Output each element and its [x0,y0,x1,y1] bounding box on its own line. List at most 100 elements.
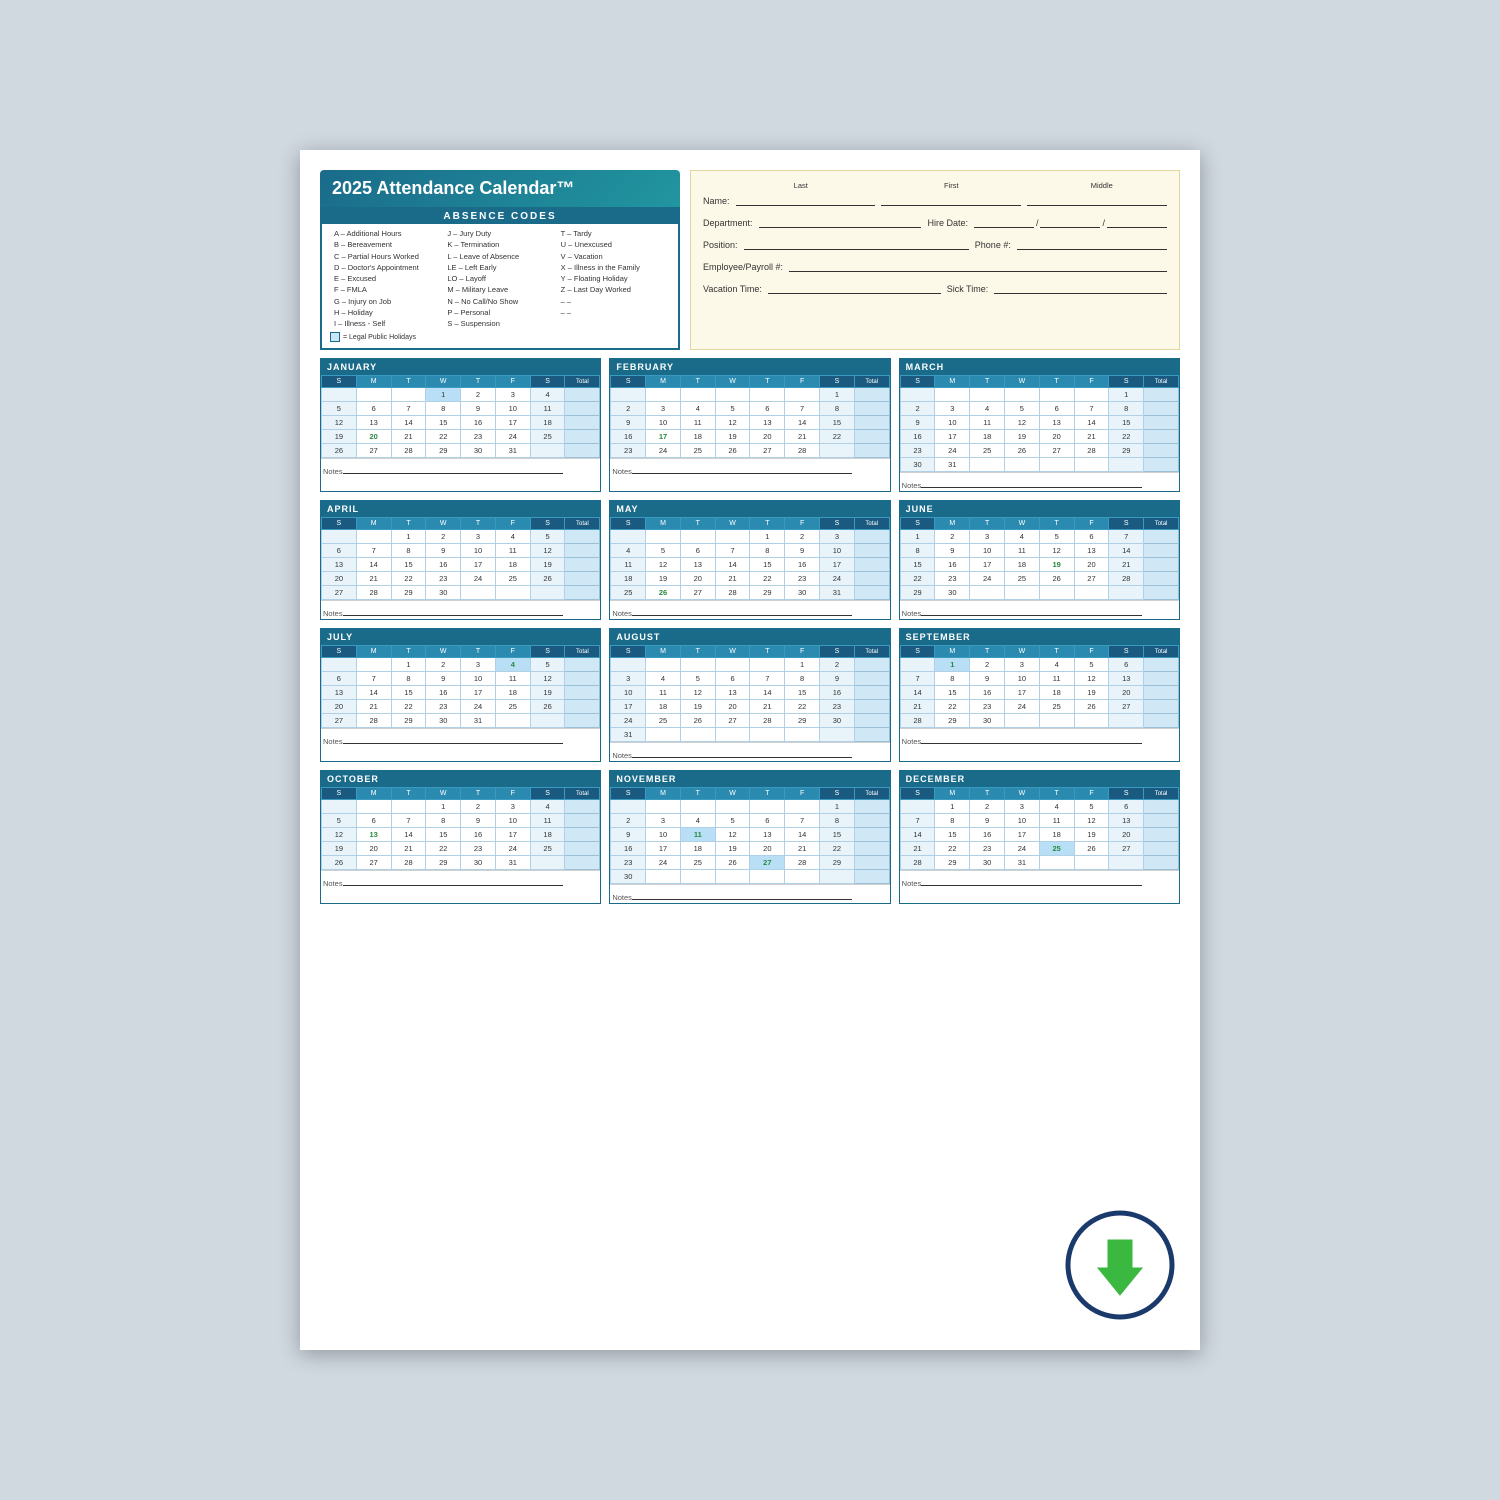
calendar-day[interactable]: 5 [322,814,357,828]
calendar-day[interactable]: 18 [680,842,715,856]
calendar-day[interactable]: 1 [750,530,785,544]
calendar-day[interactable]: 18 [970,430,1005,444]
calendar-day[interactable]: 21 [900,842,935,856]
calendar-day[interactable]: 5 [1074,800,1109,814]
calendar-day[interactable]: 9 [820,672,855,686]
calendar-day[interactable]: 10 [611,686,646,700]
calendar-day[interactable]: 7 [785,402,820,416]
calendar-day[interactable]: 16 [461,828,496,842]
calendar-day[interactable]: 18 [1005,558,1040,572]
calendar-day[interactable]: 31 [935,458,970,472]
calendar-day[interactable]: 12 [680,686,715,700]
calendar-day[interactable]: 14 [715,558,750,572]
calendar-day[interactable]: 29 [391,714,426,728]
calendar-day[interactable]: 3 [820,530,855,544]
calendar-day[interactable]: 27 [356,856,391,870]
calendar-day[interactable]: 1 [820,388,855,402]
calendar-day[interactable]: 1 [935,658,970,672]
calendar-day[interactable]: 3 [1005,800,1040,814]
calendar-day[interactable]: 27 [1109,700,1144,714]
calendar-day[interactable]: 25 [530,430,565,444]
calendar-day[interactable]: 6 [356,402,391,416]
calendar-day[interactable]: 28 [785,856,820,870]
calendar-day[interactable]: 30 [900,458,935,472]
calendar-day[interactable]: 25 [495,572,530,586]
calendar-day[interactable]: 6 [356,814,391,828]
calendar-day[interactable]: 17 [461,558,496,572]
calendar-day[interactable]: 26 [680,714,715,728]
calendar-day[interactable]: 2 [820,658,855,672]
calendar-day[interactable]: 28 [1074,444,1109,458]
calendar-day[interactable]: 11 [680,828,715,842]
calendar-day[interactable]: 23 [461,430,496,444]
calendar-day[interactable]: 8 [820,402,855,416]
calendar-day[interactable]: 12 [530,672,565,686]
calendar-day[interactable]: 17 [1005,686,1040,700]
calendar-day[interactable]: 30 [461,856,496,870]
calendar-day[interactable]: 12 [1005,416,1040,430]
calendar-day[interactable]: 20 [322,700,357,714]
calendar-day[interactable]: 1 [426,800,461,814]
calendar-day[interactable]: 14 [356,686,391,700]
calendar-day[interactable]: 19 [715,842,750,856]
notes-underline-field[interactable] [343,462,563,474]
calendar-day[interactable]: 3 [935,402,970,416]
calendar-day[interactable]: 8 [750,544,785,558]
calendar-day[interactable]: 28 [715,586,750,600]
calendar-day[interactable]: 18 [680,430,715,444]
calendar-day[interactable]: 24 [820,572,855,586]
calendar-day[interactable]: 9 [611,416,646,430]
calendar-day[interactable]: 24 [970,572,1005,586]
calendar-day[interactable]: 30 [970,856,1005,870]
calendar-day[interactable]: 7 [1109,530,1144,544]
calendar-day[interactable]: 31 [495,444,530,458]
calendar-day[interactable]: 10 [970,544,1005,558]
calendar-day[interactable]: 9 [461,814,496,828]
calendar-day[interactable]: 20 [750,430,785,444]
calendar-day[interactable]: 7 [715,544,750,558]
calendar-day[interactable]: 6 [715,672,750,686]
calendar-day[interactable]: 2 [461,800,496,814]
calendar-day[interactable]: 27 [1109,842,1144,856]
calendar-day[interactable]: 9 [611,828,646,842]
calendar-day[interactable]: 2 [785,530,820,544]
calendar-day[interactable]: 3 [461,530,496,544]
calendar-day[interactable]: 14 [785,416,820,430]
calendar-day[interactable]: 4 [530,388,565,402]
calendar-day[interactable]: 31 [1005,856,1040,870]
calendar-day[interactable]: 4 [495,658,530,672]
calendar-day[interactable]: 24 [495,842,530,856]
calendar-day[interactable]: 23 [611,856,646,870]
calendar-day[interactable]: 26 [530,700,565,714]
calendar-day[interactable]: 26 [322,856,357,870]
calendar-day[interactable]: 15 [935,828,970,842]
calendar-day[interactable]: 25 [680,444,715,458]
calendar-day[interactable]: 22 [426,842,461,856]
calendar-day[interactable]: 17 [611,700,646,714]
calendar-day[interactable]: 11 [1039,672,1074,686]
calendar-day[interactable]: 12 [715,828,750,842]
calendar-day[interactable]: 19 [1074,828,1109,842]
calendar-day[interactable]: 18 [530,416,565,430]
calendar-day[interactable]: 27 [1074,572,1109,586]
calendar-day[interactable]: 7 [356,672,391,686]
calendar-day[interactable]: 11 [1005,544,1040,558]
dept-field[interactable] [759,214,922,228]
calendar-day[interactable]: 11 [680,416,715,430]
calendar-day[interactable]: 21 [715,572,750,586]
calendar-day[interactable]: 18 [611,572,646,586]
calendar-day[interactable]: 11 [970,416,1005,430]
calendar-day[interactable]: 20 [1039,430,1074,444]
calendar-day[interactable]: 17 [495,416,530,430]
calendar-day[interactable]: 24 [461,700,496,714]
calendar-day[interactable]: 28 [900,856,935,870]
calendar-day[interactable]: 22 [900,572,935,586]
calendar-day[interactable]: 16 [970,686,1005,700]
first-name-field[interactable] [881,192,1021,206]
last-name-field[interactable] [736,192,876,206]
calendar-day[interactable]: 8 [820,814,855,828]
download-icon[interactable] [1060,1210,1180,1330]
calendar-day[interactable]: 10 [935,416,970,430]
calendar-day[interactable]: 26 [530,572,565,586]
calendar-day[interactable]: 11 [495,672,530,686]
